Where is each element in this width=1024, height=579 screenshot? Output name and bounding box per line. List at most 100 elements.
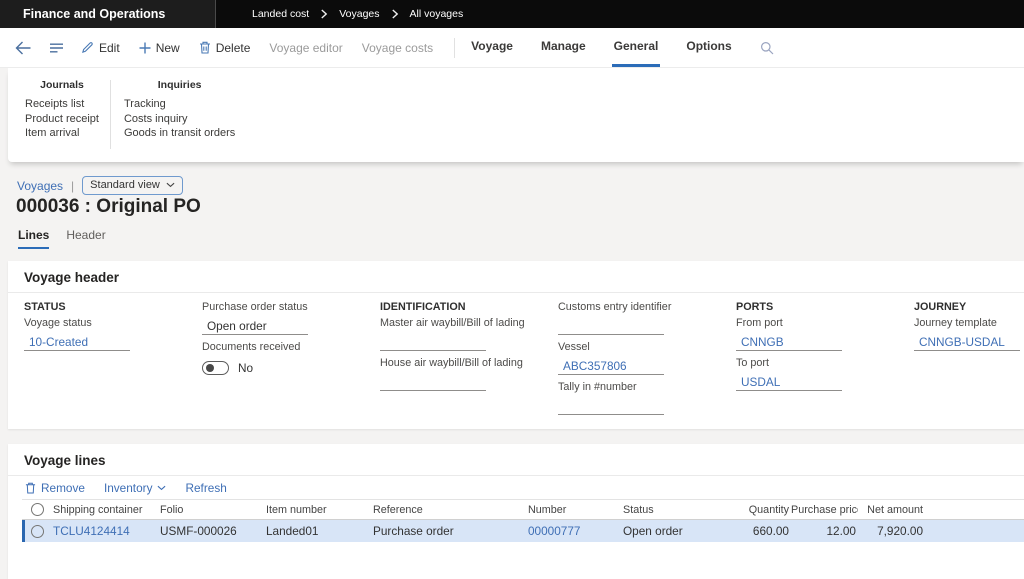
house-air-waybill-input[interactable]	[380, 372, 486, 391]
row-select-radio[interactable]	[31, 525, 44, 538]
field-label: Tally in #number	[558, 381, 736, 396]
trash-icon	[25, 482, 36, 494]
voyage-status-value[interactable]: 10-Created	[24, 332, 130, 351]
view-selector[interactable]: Standard view	[82, 176, 183, 195]
tally-in-number-input[interactable]	[558, 396, 664, 415]
action-pane: Edit New Delete Voyage editor Voyage cos…	[0, 28, 1024, 68]
tab-options[interactable]: Options	[684, 28, 733, 67]
tab-voyage[interactable]: Voyage	[469, 28, 515, 67]
purchase-order-status-value: Open order	[202, 316, 308, 335]
menu-item-product-receipt[interactable]: Product receipt	[25, 112, 99, 127]
back-button[interactable]	[15, 41, 32, 55]
cell-status[interactable]: Open order	[623, 524, 723, 538]
field-voyage-status: Voyage status 10-Created	[24, 317, 202, 351]
cell-item-number[interactable]: Landed01	[266, 524, 373, 538]
action-pane-menu-button[interactable]	[49, 42, 64, 54]
inventory-dropdown-button[interactable]: Inventory	[104, 481, 167, 495]
field-label: Vessel	[558, 341, 736, 356]
breadcrumb-item[interactable]: Landed cost	[252, 8, 309, 20]
table-row[interactable]: TCLU4124414 USMF-000026 Landed01 Purchas…	[22, 520, 1024, 542]
col-reference[interactable]: Reference	[373, 504, 528, 516]
voyage-costs-button[interactable]: Voyage costs	[362, 41, 433, 55]
section-title-row[interactable]: Voyage lines	[8, 444, 1024, 476]
menu-item-tracking[interactable]: Tracking	[124, 97, 235, 112]
field-label: Documents received	[202, 341, 380, 356]
voyage-header-fields: STATUS Voyage status 10-Created Purchase…	[8, 293, 1024, 421]
trash-icon	[199, 41, 211, 54]
field-label: Voyage status	[24, 317, 202, 332]
breadcrumb-item[interactable]: All voyages	[410, 8, 464, 20]
search-button[interactable]	[760, 41, 774, 55]
col-folio[interactable]: Folio	[160, 504, 266, 516]
documents-received-toggle[interactable]	[202, 361, 229, 375]
from-port-value[interactable]: CNNGB	[736, 332, 842, 351]
ribbon-group-inquiries: Inquiries Tracking Costs inquiry Goods i…	[124, 79, 235, 162]
edit-label: Edit	[99, 41, 120, 55]
edit-button[interactable]: Edit	[81, 41, 120, 55]
app-title-box[interactable]: Finance and Operations	[0, 0, 216, 28]
master-air-waybill-input[interactable]	[380, 332, 486, 351]
journey-template-value[interactable]: CNNGB-USDAL	[914, 332, 1020, 351]
grid-header-row: Shipping container Folio Item number Ref…	[22, 499, 1024, 520]
field-documents-received: Documents received No	[202, 341, 380, 378]
cell-number[interactable]: 00000777	[528, 524, 623, 538]
col-quantity[interactable]: Quantity	[723, 504, 791, 516]
tab-header[interactable]: Header	[66, 228, 105, 249]
ribbon-group-title: Inquiries	[124, 79, 235, 94]
field-column-status: STATUS Voyage status 10-Created	[24, 301, 202, 421]
field-column-ports: PORTS From port CNNGB To port USDAL	[736, 301, 914, 421]
col-net-amount[interactable]: Net amount	[858, 504, 925, 516]
voyage-editor-button[interactable]: Voyage editor	[269, 41, 342, 55]
field-label: To port	[736, 357, 914, 372]
col-purchase-price[interactable]: Purchase price	[791, 504, 858, 516]
cell-quantity[interactable]: 660.00	[723, 524, 791, 538]
menu-item-receipts-list[interactable]: Receipts list	[25, 97, 99, 112]
row-select-cell[interactable]	[22, 525, 53, 538]
tab-options-label: Options	[686, 39, 731, 53]
ribbon-group-divider	[110, 80, 111, 149]
breadcrumb-item[interactable]: Voyages	[339, 8, 379, 20]
voyage-lines-grid: Shipping container Folio Item number Ref…	[22, 499, 1024, 542]
app-title: Finance and Operations	[23, 7, 165, 21]
field-journey-template: Journey template CNNGB-USDAL	[914, 317, 1020, 351]
menu-item-costs-inquiry[interactable]: Costs inquiry	[124, 112, 235, 127]
select-all-radio[interactable]	[31, 503, 44, 516]
col-shipping-container[interactable]: Shipping container	[53, 504, 160, 516]
refresh-button[interactable]: Refresh	[185, 481, 226, 495]
remove-button[interactable]: Remove	[25, 481, 85, 495]
section-title-row[interactable]: Voyage header	[8, 261, 1024, 293]
menu-item-item-arrival[interactable]: Item arrival	[25, 126, 99, 141]
field-label: Master air waybill/Bill of lading	[380, 317, 558, 332]
vessel-value[interactable]: ABC357806	[558, 356, 664, 375]
menu-lines-icon	[49, 42, 64, 54]
tab-manage[interactable]: Manage	[539, 28, 588, 67]
cell-reference[interactable]: Purchase order	[373, 524, 528, 538]
pencil-icon	[81, 41, 94, 54]
tab-general-label: General	[614, 39, 659, 53]
tab-lines[interactable]: Lines	[18, 228, 49, 249]
cell-shipping-container[interactable]: TCLU4124414	[53, 524, 160, 538]
search-icon	[760, 41, 774, 55]
col-number[interactable]: Number	[528, 504, 623, 516]
plus-icon	[139, 42, 151, 54]
to-port-value[interactable]: USDAL	[736, 372, 842, 391]
page-subnav: Voyages | Standard view	[17, 176, 183, 195]
page-title: 000036 : Original PO	[16, 196, 201, 218]
voyages-back-link[interactable]: Voyages	[17, 179, 63, 193]
col-item-number[interactable]: Item number	[266, 504, 373, 516]
select-all-cell[interactable]	[22, 503, 53, 516]
new-button[interactable]: New	[139, 41, 180, 55]
menu-item-goods-in-transit[interactable]: Goods in transit orders	[124, 126, 235, 141]
cell-folio[interactable]: USMF-000026	[160, 524, 266, 538]
new-label: New	[156, 41, 180, 55]
tab-general[interactable]: General	[612, 28, 661, 67]
delete-button[interactable]: Delete	[199, 41, 251, 55]
voyage-editor-label: Voyage editor	[269, 41, 342, 55]
cell-purchase-price[interactable]: 12.00	[791, 524, 858, 538]
field-vessel: Vessel ABC357806	[558, 341, 736, 375]
customs-entry-identifier-input[interactable]	[558, 316, 664, 335]
col-status[interactable]: Status	[623, 504, 723, 516]
field-column-identification: IDENTIFICATION Master air waybill/Bill o…	[380, 301, 558, 421]
cell-net-amount[interactable]: 7,920.00	[858, 524, 925, 538]
field-label: Customs entry identifier	[558, 301, 736, 316]
